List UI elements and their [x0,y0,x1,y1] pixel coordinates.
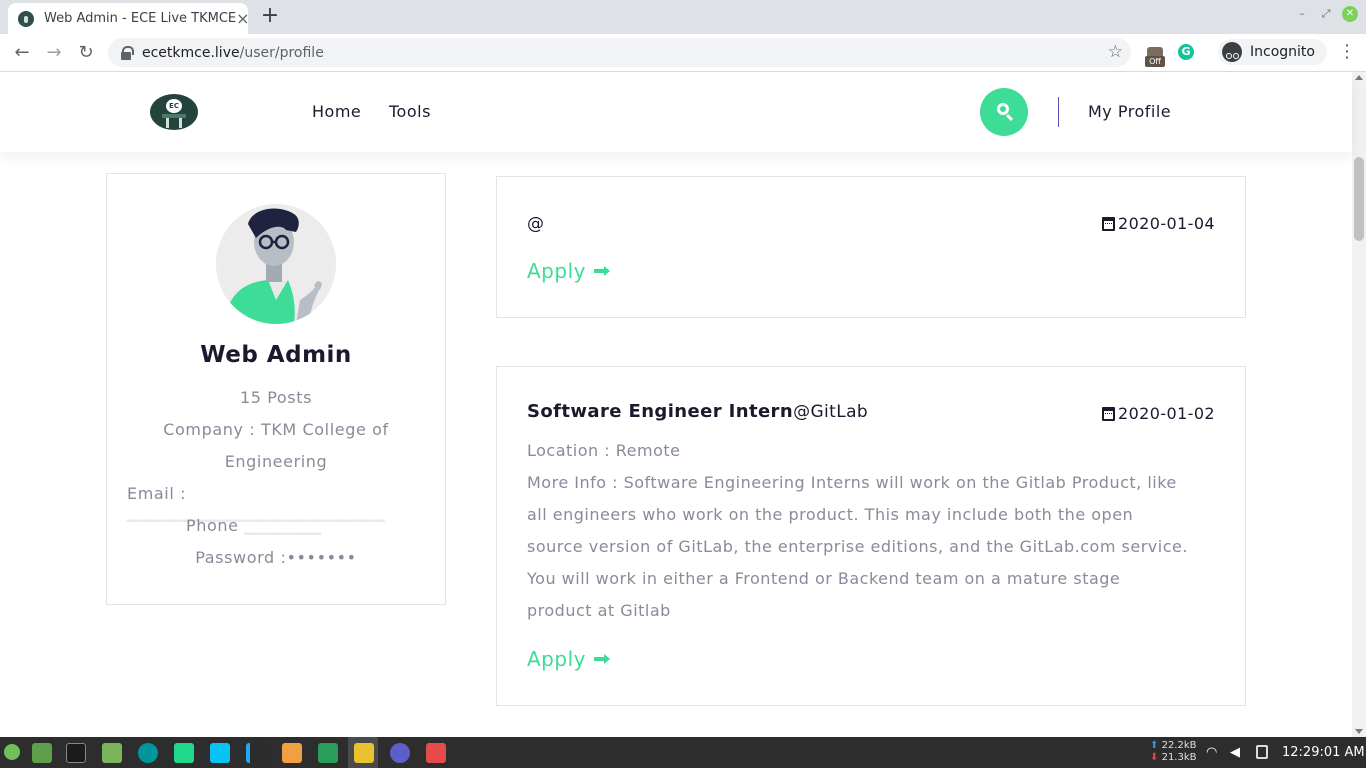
net-down: 21.3kB [1161,752,1197,763]
job-card: @ 2020-01-04 Apply [496,176,1246,318]
show-desktop-icon[interactable] [32,743,52,763]
sublime-icon[interactable] [282,743,302,763]
job-info-line: all engineers who work on the product. T… [527,505,1134,524]
job-title-text: Software Engineer Intern [527,401,794,422]
menu-start-icon[interactable] [4,744,20,760]
job-info-line: More Info : Software Engineering Interns… [527,473,1177,492]
window-controls: – ⤢ ✕ [1294,6,1358,22]
job-info-line: product at Gitlab [527,601,671,620]
url-host: ecetkmce.live [142,44,240,61]
incognito-badge[interactable]: Incognito [1218,39,1327,65]
url-path: /user/profile [239,44,324,61]
reload-icon[interactable]: ↻ [74,41,98,65]
calendar-icon [1102,406,1116,421]
browser-menu-icon[interactable]: ⋮ [1338,41,1356,62]
nav-home-link[interactable]: Home [312,102,361,121]
browser-toolbar: ← → ↻ ecetkmce.live/user/profile ☆ Off [0,34,1366,72]
arrow-right-icon [593,654,610,664]
app-red-icon[interactable] [426,743,446,763]
job-date: 2020-01-02 [1102,404,1215,423]
calendar-icon [1102,216,1116,231]
page-scrollbar[interactable] [1352,72,1366,737]
browser-tab[interactable]: Web Admin - ECE Live TKMCE × [8,3,250,34]
extension-off-label: Off [1145,56,1165,67]
profile-card: Web Admin 15 Posts Company : TKM College… [106,173,446,605]
profile-phone-label: Phone [186,516,239,535]
teams-icon[interactable] [390,743,410,763]
webstorm-icon[interactable] [210,743,230,763]
avatar [216,204,336,324]
close-window-icon[interactable]: ✕ [1342,6,1358,22]
job-company: @GitLab [793,402,869,422]
new-tab-button[interactable]: + [258,4,282,30]
back-arrow-icon[interactable]: ← [10,41,34,65]
clion-icon[interactable] [174,743,194,763]
terminal-icon[interactable] [66,743,86,763]
network-speed: ⬆ 22.2kB ⬇ 21.3kB [1150,740,1197,763]
browser-tab-strip: Web Admin - ECE Live TKMCE × + – ⤢ ✕ [0,0,1366,34]
maximize-icon[interactable]: ⤢ [1318,6,1334,22]
bookmark-star-icon[interactable]: ☆ [1108,42,1123,62]
net-up: 22.2kB [1161,740,1197,751]
minimize-icon[interactable]: – [1294,6,1310,22]
lock-icon [120,45,134,60]
tab-close-icon[interactable]: × [236,9,249,28]
incognito-icon [1222,42,1242,62]
profile-password: Password :••••••• [195,548,357,567]
logo-text: EC [166,99,182,113]
job-location: Location : Remote [527,441,681,460]
volume-icon[interactable]: ◀ [1230,745,1246,760]
job-info-line: You will work in either a Frontend or Ba… [527,569,1121,588]
files-icon[interactable] [102,743,122,763]
os-taskbar: ⬆ 22.2kB ⬇ 21.3kB ◠ ◀ 12:29:01 AM [0,737,1366,768]
site-header: EC Home Tools My Profile [0,72,1352,152]
job-title: Software Engineer Intern@GitLab [527,401,868,422]
scroll-down-icon[interactable] [1355,729,1363,734]
scroll-up-icon[interactable] [1355,75,1363,80]
clipboard-icon[interactable] [1256,745,1268,759]
apply-label: Apply [527,647,586,671]
job-date-text: 2020-01-04 [1118,214,1215,233]
wifi-icon[interactable]: ◠ [1206,745,1222,760]
profile-email-label: Email : [127,484,187,503]
site-favicon-icon [18,10,34,27]
nav-tools-link[interactable]: Tools [389,102,431,121]
apply-button[interactable]: Apply [527,647,610,671]
profile-name: Web Admin [200,342,352,368]
my-profile-link[interactable]: My Profile [1088,102,1171,121]
scrollbar-thumb[interactable] [1354,157,1364,241]
job-date-text: 2020-01-02 [1118,404,1215,423]
profile-phone-value: ▁▁▁▁▁▁ [238,516,322,535]
vscode-icon[interactable] [246,743,266,763]
taskbar-clock[interactable]: 12:29:01 AM [1282,745,1365,760]
extension-off-icon[interactable]: Off [1145,47,1165,67]
address-bar[interactable]: ecetkmce.live/user/profile ☆ [108,38,1131,67]
app-icon[interactable] [318,743,338,763]
profile-phone: Phone ▁▁▁▁▁▁ [107,516,445,535]
job-info-line: source version of GitLab, the enterprise… [527,537,1188,556]
apply-label: Apply [527,259,586,283]
apply-button[interactable]: Apply [527,259,610,283]
profile-company: Company : TKM College of [163,420,389,439]
tab-title: Web Admin - ECE Live TKMCE [44,11,237,26]
header-divider [1058,97,1059,127]
job-title: @ [527,213,544,234]
profile-posts: 15 Posts [239,388,313,407]
grammarly-icon[interactable]: G [1178,44,1194,60]
forward-arrow-icon[interactable]: → [42,41,66,65]
job-company: @ [527,214,545,234]
job-date: 2020-01-04 [1102,214,1215,233]
job-card: Software Engineer Intern@GitLab 2020-01-… [496,366,1246,706]
incognito-label: Incognito [1250,44,1315,60]
site-logo[interactable]: EC [150,94,198,130]
chrome-icon[interactable] [354,743,374,763]
arduino-icon[interactable] [138,743,158,763]
arrow-right-icon [593,266,610,276]
search-button[interactable] [980,88,1028,136]
profile-company-cont: Engineering [224,452,328,471]
